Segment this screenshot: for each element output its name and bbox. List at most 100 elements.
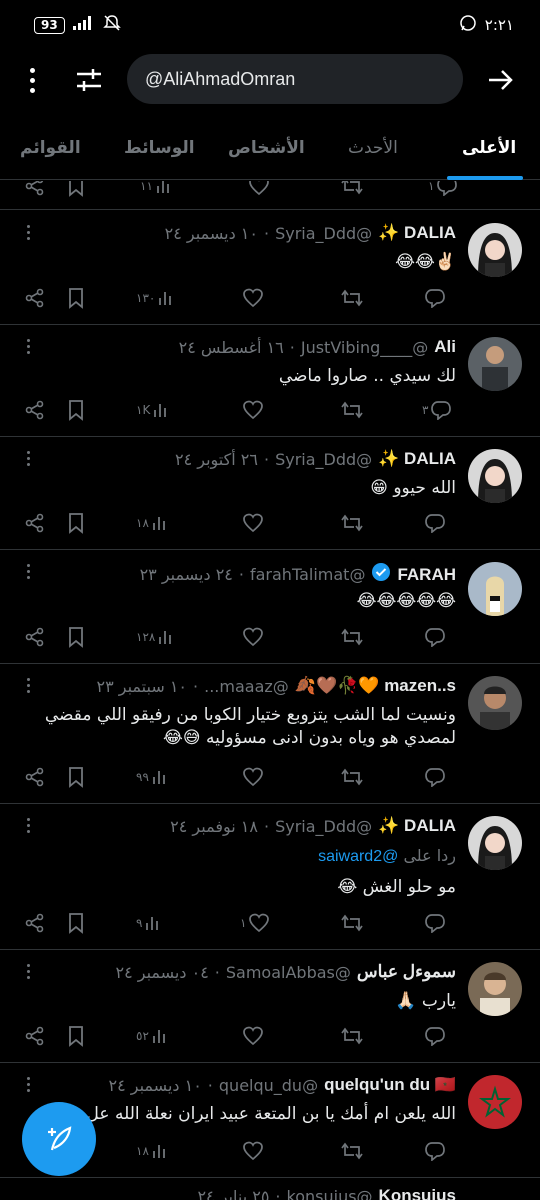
reply-button[interactable] (422, 283, 446, 313)
reply-button[interactable] (422, 622, 446, 652)
tweet-more-icon[interactable] (22, 451, 34, 466)
author-handle[interactable]: @farahTalimat (250, 565, 365, 584)
views-count[interactable]: ١١ (140, 181, 173, 201)
filter-settings-icon[interactable] (72, 64, 106, 96)
more-options-icon[interactable] (18, 64, 46, 96)
avatar[interactable] (468, 816, 522, 870)
search-input[interactable]: @AliAhmadOmran (127, 54, 463, 104)
tweet-more-icon[interactable] (22, 1077, 34, 1092)
reply-count[interactable]: ١ (428, 181, 458, 201)
like-button[interactable] (240, 283, 264, 313)
share-icon[interactable] (24, 181, 46, 201)
tweet-partial-bottom[interactable]: Konsuius @konsuius · ٢٥ يناير ٢٤ (0, 1178, 540, 1200)
retweet-button[interactable] (338, 908, 364, 938)
tweet-item[interactable]: DALIA ✨ @Syria_Ddd · ١٨ نوفمبر ٢٤ ردا عل… (0, 804, 540, 950)
retweet-button[interactable] (338, 1021, 364, 1051)
tweet-item[interactable]: سموءل عباس @SamoalAbbas · ٠٤ ديسمبر ٢٤ ي… (0, 950, 540, 1063)
share-icon[interactable] (24, 283, 46, 313)
tab-latest[interactable]: الأحدث (348, 138, 398, 158)
views-count[interactable]: ١٨ (136, 508, 169, 538)
views-count[interactable]: ١٨ (136, 1136, 169, 1166)
reply-button[interactable] (422, 908, 446, 938)
author-name[interactable]: DALIA ✨ (378, 223, 456, 243)
author-name[interactable]: quelqu'un du 🇲🇦 (324, 1075, 456, 1095)
like-button[interactable] (240, 622, 264, 652)
author-handle[interactable]: @Syria_Ddd (275, 450, 372, 469)
avatar[interactable] (468, 962, 522, 1016)
tweet-more-icon[interactable] (22, 339, 34, 354)
bookmark-icon[interactable] (66, 395, 86, 425)
author-handle[interactable]: @Syria_Ddd (275, 817, 372, 836)
author-handle[interactable]: @____JustVibing (301, 338, 428, 357)
views-count[interactable]: ١٢٨ (136, 622, 175, 652)
tweet-item[interactable]: DALIA ✨ @Syria_Ddd · ١٠ ديسمبر ٢٤ ✌🏻😂😂 ١… (0, 211, 540, 325)
tweet-item[interactable]: DALIA ✨ @Syria_Ddd · ٢٦ أكتوبر ٢٤ الله ح… (0, 437, 540, 550)
tab-top[interactable]: الأعلى (462, 138, 516, 158)
tweet-partial-top[interactable]: ١١ ١ (0, 181, 540, 210)
share-icon[interactable] (24, 1021, 46, 1051)
author-handle[interactable]: @Syria_Ddd (275, 224, 372, 243)
like-button[interactable] (240, 762, 264, 792)
tweet-more-icon[interactable] (22, 225, 34, 240)
bookmark-icon[interactable] (66, 508, 86, 538)
tweet-item[interactable]: Ali @____JustVibing · ١٦ أغسطس ٢٤ لك سيد… (0, 325, 540, 437)
tab-media[interactable]: الوسائط (124, 138, 195, 158)
author-name[interactable]: DALIA ✨ (378, 449, 456, 469)
bookmark-icon[interactable] (66, 908, 86, 938)
avatar[interactable] (468, 1075, 522, 1129)
compose-tweet-button[interactable] (22, 1102, 96, 1176)
bookmark-icon[interactable] (66, 283, 86, 313)
like-button[interactable] (240, 508, 264, 538)
views-count[interactable]: ١K (136, 395, 170, 425)
tab-lists[interactable]: القوائم (20, 138, 81, 158)
like-button[interactable] (240, 1136, 264, 1166)
author-name[interactable]: FARAH (397, 565, 456, 585)
retweet-button[interactable] (338, 1136, 364, 1166)
reply-button[interactable] (422, 1021, 446, 1051)
like-button[interactable]: ١ (240, 908, 270, 938)
author-name[interactable]: سموءل عباس (357, 962, 456, 982)
views-count[interactable]: ٩ (136, 908, 162, 938)
share-icon[interactable] (24, 395, 46, 425)
tab-people[interactable]: الأشخاص (228, 138, 305, 158)
avatar[interactable] (468, 337, 522, 391)
bookmark-icon[interactable] (66, 181, 86, 201)
avatar[interactable] (468, 676, 522, 730)
views-count[interactable]: ٩٩ (136, 762, 169, 792)
author-handle[interactable]: @SamoalAbbas (226, 963, 351, 982)
share-icon[interactable] (24, 908, 46, 938)
retweet-icon[interactable] (340, 181, 364, 201)
retweet-button[interactable] (338, 283, 364, 313)
like-button[interactable] (240, 395, 264, 425)
like-button[interactable] (240, 1021, 264, 1051)
author-name[interactable]: Ali (434, 337, 456, 357)
reply-button[interactable] (422, 508, 446, 538)
reply-button[interactable] (422, 1136, 446, 1166)
share-icon[interactable] (24, 508, 46, 538)
share-icon[interactable] (24, 762, 46, 792)
tweet-more-icon[interactable] (22, 564, 34, 579)
tweet-item[interactable]: mazen..s 🧡🥀🤎🍂 @maaaz... · ١٠ سبتمبر ٢٣ و… (0, 664, 540, 804)
retweet-button[interactable] (338, 395, 364, 425)
author-handle[interactable]: @quelqu_du (219, 1076, 318, 1095)
author-name[interactable]: DALIA ✨ (378, 816, 456, 836)
avatar[interactable] (468, 449, 522, 503)
like-icon[interactable] (248, 181, 270, 201)
tweet-item[interactable]: FARAH @farahTalimat · ٢٤ ديسمبر ٢٣ 😂😂😂😂😂… (0, 550, 540, 664)
views-count[interactable]: ١٣٠ (136, 283, 175, 313)
avatar[interactable] (468, 223, 522, 277)
back-arrow-icon[interactable] (484, 64, 516, 96)
share-icon[interactable] (24, 622, 46, 652)
reply-button[interactable] (422, 762, 446, 792)
bookmark-icon[interactable] (66, 762, 86, 792)
author-handle[interactable]: @maaaz... (204, 677, 289, 696)
bookmark-icon[interactable] (66, 622, 86, 652)
reply-button[interactable]: ٣ (422, 395, 452, 425)
avatar[interactable] (468, 562, 522, 616)
bookmark-icon[interactable] (66, 1021, 86, 1051)
retweet-button[interactable] (338, 762, 364, 792)
views-count[interactable]: ٥٢ (136, 1021, 169, 1051)
retweet-button[interactable] (338, 622, 364, 652)
tweet-more-icon[interactable] (22, 964, 34, 979)
retweet-button[interactable] (338, 508, 364, 538)
